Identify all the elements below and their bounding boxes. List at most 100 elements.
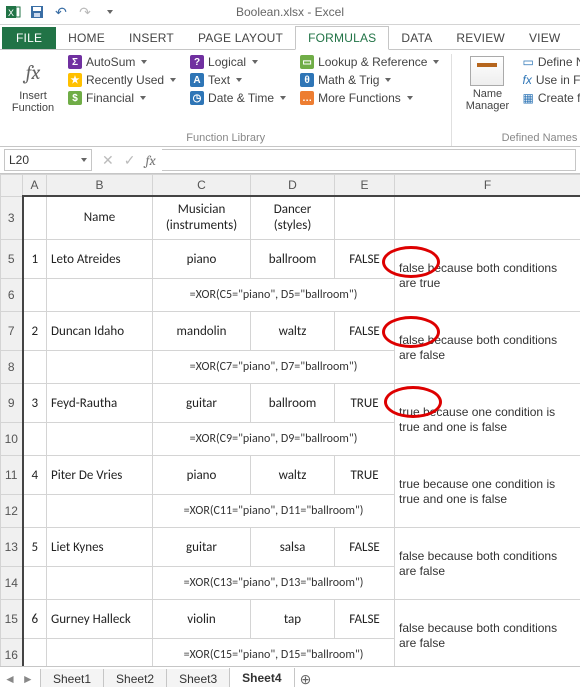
cell[interactable]: 5 (23, 528, 47, 567)
row-header[interactable]: 5 (1, 240, 23, 279)
new-sheet-button[interactable]: ⊕ (294, 671, 318, 687)
cell[interactable]: Piter De Vries (47, 456, 153, 495)
cell[interactable]: false because both conditions are true (395, 240, 580, 312)
cancel-formula-icon[interactable]: ✕ (102, 152, 114, 169)
cell[interactable]: =XOR(C9="piano", D9="ballroom") (153, 423, 395, 456)
cell[interactable] (47, 495, 153, 528)
save-icon[interactable] (26, 2, 48, 22)
cell[interactable]: 2 (23, 312, 47, 351)
col-header-E[interactable]: E (335, 175, 395, 197)
cell[interactable]: 3 (23, 384, 47, 423)
cell[interactable]: =XOR(C15="piano", D15="ballroom") (153, 639, 395, 667)
more-functions-button[interactable]: …More Functions (296, 90, 443, 106)
cell-D3[interactable]: Dancer (styles) (251, 196, 335, 240)
tab-review[interactable]: REVIEW (444, 27, 517, 49)
create-from-selection-button[interactable]: ▦Create from S (518, 90, 580, 106)
math-trig-button[interactable]: θMath & Trig (296, 72, 443, 88)
row-header[interactable]: 6 (1, 279, 23, 312)
logical-button[interactable]: ?Logical (186, 54, 290, 70)
cell[interactable]: 1 (23, 240, 47, 279)
sheet-tab-4[interactable]: Sheet4 (229, 668, 294, 687)
cell[interactable]: false because both conditions are false (395, 312, 580, 384)
text-button[interactable]: AText (186, 72, 290, 88)
cell[interactable]: ballroom (251, 240, 335, 279)
name-manager-button[interactable]: Name Manager (462, 54, 512, 131)
cell-C3[interactable]: Musician (instruments) (153, 196, 251, 240)
cell[interactable]: =XOR(C11="piano", D11="ballroom") (153, 495, 395, 528)
enter-formula-icon[interactable]: ✓ (124, 152, 136, 169)
col-header-D[interactable]: D (251, 175, 335, 197)
fx-icon-bar[interactable]: fx (145, 152, 155, 169)
name-box[interactable]: L20 (4, 149, 92, 171)
autosum-button[interactable]: ΣAutoSum (64, 54, 180, 70)
cell[interactable]: FALSE (335, 600, 395, 639)
tab-page-layout[interactable]: PAGE LAYOUT (186, 27, 295, 49)
financial-button[interactable]: $Financial (64, 90, 180, 106)
redo-icon[interactable]: ↷ (74, 2, 96, 22)
cell[interactable]: waltz (251, 312, 335, 351)
date-time-button[interactable]: ◷Date & Time (186, 90, 290, 106)
sheet-nav-next-icon[interactable]: ► (22, 672, 34, 686)
cell[interactable]: Feyd-Rautha (47, 384, 153, 423)
define-name-button[interactable]: ▭Define Name (518, 54, 580, 70)
row-header[interactable]: 14 (1, 567, 23, 600)
cell[interactable]: piano (153, 240, 251, 279)
row-header[interactable]: 16 (1, 639, 23, 667)
cell[interactable]: tap (251, 600, 335, 639)
cell-E3[interactable] (335, 196, 395, 240)
row-header[interactable]: 13 (1, 528, 23, 567)
col-header-F[interactable]: F (395, 175, 580, 197)
formula-input[interactable] (162, 149, 576, 171)
sheet-tab-1[interactable]: Sheet1 (40, 669, 104, 687)
col-header-C[interactable]: C (153, 175, 251, 197)
cell[interactable]: 4 (23, 456, 47, 495)
row-header[interactable]: 7 (1, 312, 23, 351)
cell[interactable]: salsa (251, 528, 335, 567)
cell[interactable]: waltz (251, 456, 335, 495)
select-all-corner[interactable] (1, 175, 23, 197)
row-header[interactable]: 9 (1, 384, 23, 423)
cell[interactable] (23, 495, 47, 528)
sheet-nav-prev-icon[interactable]: ◄ (4, 672, 16, 686)
cell[interactable]: violin (153, 600, 251, 639)
cell[interactable]: Duncan Idaho (47, 312, 153, 351)
insert-function-button[interactable]: fx Insert Function (8, 54, 58, 131)
tab-data[interactable]: DATA (389, 27, 444, 49)
cell[interactable] (23, 423, 47, 456)
cell[interactable]: guitar (153, 384, 251, 423)
cell[interactable]: true because one condition is true and o… (395, 384, 580, 456)
cell[interactable]: FALSE (335, 528, 395, 567)
cell[interactable]: =XOR(C7="piano", D7="ballroom") (153, 351, 395, 384)
tab-home[interactable]: HOME (56, 27, 117, 49)
cell[interactable]: =XOR(C13="piano", D13="ballroom") (153, 567, 395, 600)
cell[interactable]: Gurney Halleck (47, 600, 153, 639)
cell[interactable]: false because both conditions are false (395, 528, 580, 600)
name-box-dropdown-icon[interactable] (81, 158, 87, 162)
cell[interactable] (47, 423, 153, 456)
cell[interactable]: Liet Kynes (47, 528, 153, 567)
worksheet-grid[interactable]: A B C D E F 3 Name Musician (instruments… (0, 174, 580, 666)
cell[interactable] (23, 279, 47, 312)
cell[interactable]: Leto Atreides (47, 240, 153, 279)
cell[interactable]: TRUE (335, 456, 395, 495)
col-header-A[interactable]: A (23, 175, 47, 197)
cell-A3[interactable] (23, 196, 47, 240)
col-header-B[interactable]: B (47, 175, 153, 197)
undo-icon[interactable]: ↶ (50, 2, 72, 22)
cell[interactable] (47, 279, 153, 312)
tab-formulas[interactable]: FORMULAS (295, 26, 389, 50)
cell[interactable]: ballroom (251, 384, 335, 423)
tab-insert[interactable]: INSERT (117, 27, 186, 49)
row-header[interactable]: 10 (1, 423, 23, 456)
sheet-tab-3[interactable]: Sheet3 (166, 669, 230, 687)
cell[interactable] (47, 567, 153, 600)
cell[interactable]: mandolin (153, 312, 251, 351)
row-header[interactable]: 11 (1, 456, 23, 495)
cell[interactable]: true because one condition is true and o… (395, 456, 580, 528)
cell[interactable]: FALSE (335, 312, 395, 351)
cell[interactable] (23, 567, 47, 600)
row-header[interactable]: 15 (1, 600, 23, 639)
lookup-reference-button[interactable]: ▭Lookup & Reference (296, 54, 443, 70)
cell[interactable]: TRUE (335, 384, 395, 423)
cell[interactable]: guitar (153, 528, 251, 567)
